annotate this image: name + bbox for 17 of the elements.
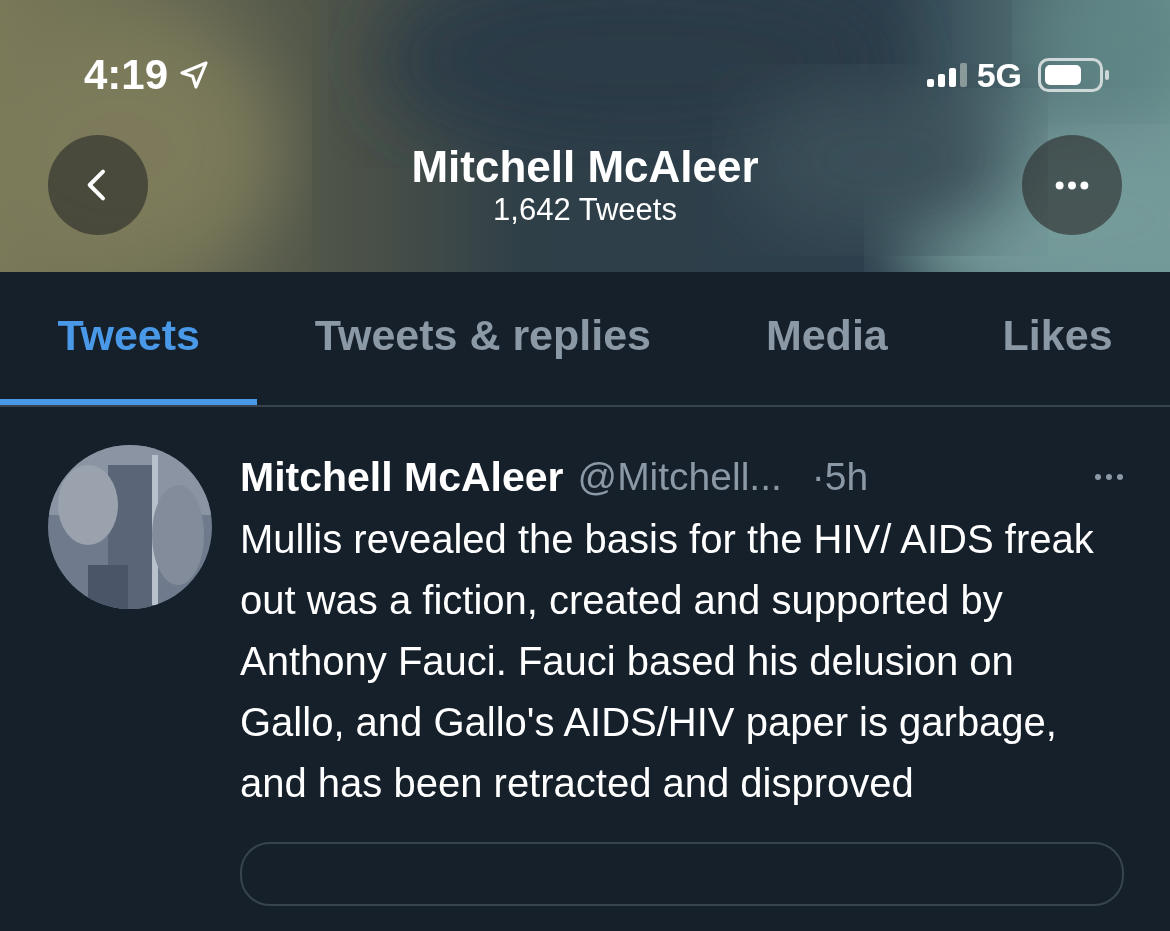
more-icon <box>1094 473 1124 481</box>
profile-tab[interactable]: Tweets & replies <box>257 272 709 405</box>
location-arrow-icon <box>178 59 211 91</box>
profile-tab[interactable]: Tweets <box>0 272 258 405</box>
profile-name: Mitchell McAleer <box>411 142 759 192</box>
battery-icon <box>1038 58 1110 92</box>
tweet-text: Mullis revealed the basis for the HIV/ AIDS freak out was a fiction, created and supported by Anthony Fauci. Fauci based his delusion on Gallo, and Gallo's AIDS/HIV paper is garbage, and has been retracted and disproved <box>240 516 1095 807</box>
profile-tab[interactable]: Likes <box>945 272 1170 405</box>
network-label: 5G <box>976 55 1022 95</box>
author-handle: @Mitchell... <box>577 455 782 499</box>
tweet-count: 1,642 Tweets <box>493 192 677 228</box>
clock-time: 4:19 <box>84 51 169 99</box>
profile-tab[interactable]: Media <box>708 272 946 405</box>
author-name: Mitchell McAleer <box>240 453 564 501</box>
tweet-time: ·5h <box>811 455 869 499</box>
more-icon <box>1055 180 1089 190</box>
signal-icon <box>926 63 967 87</box>
